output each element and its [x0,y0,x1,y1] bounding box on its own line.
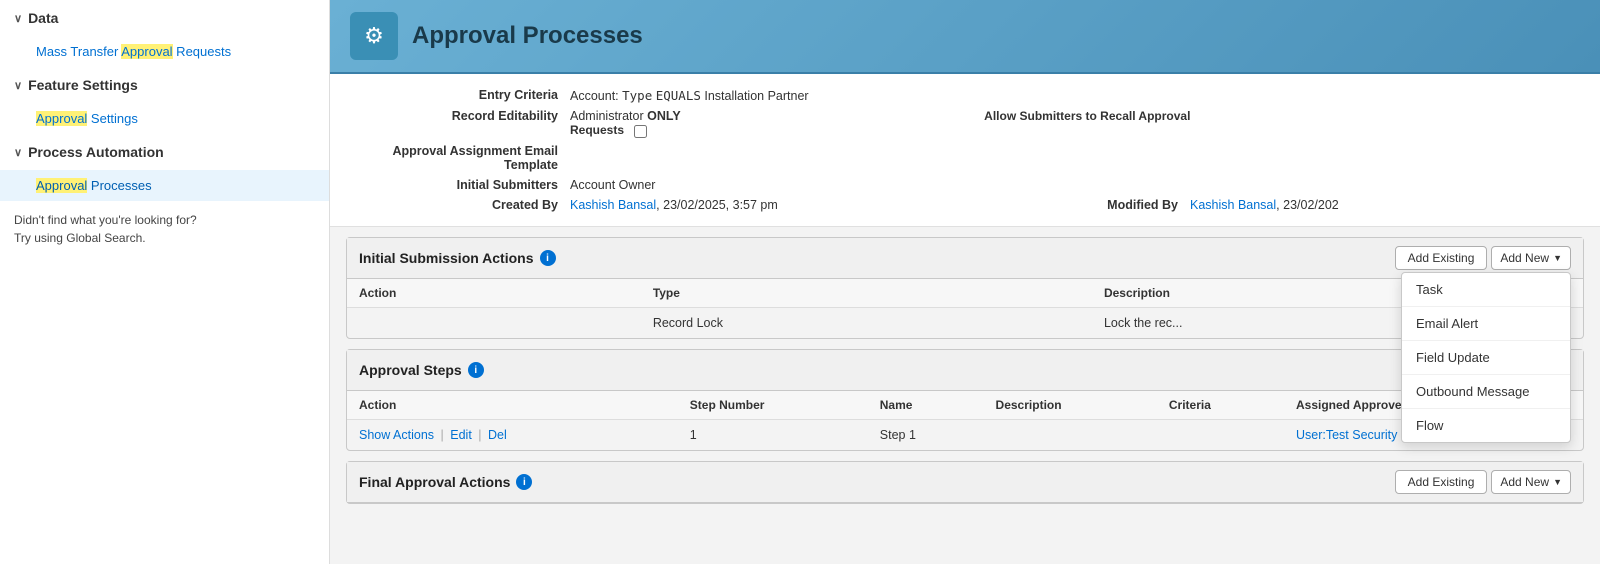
sidebar-item-label: Mass Transfer Approval Requests [36,44,231,59]
sidebar-section-feature-settings[interactable]: ∨ Feature Settings [0,67,329,103]
chevron-icon: ∨ [14,79,22,92]
row-type: Record Lock [641,308,1092,339]
dropdown-item-field-update[interactable]: Field Update [1402,341,1570,375]
initial-submission-section: Initial Submission Actions i Add Existin… [346,237,1584,339]
main-content: ⚙ Approval Processes Entry Criteria Acco… [330,0,1600,564]
add-new-button[interactable]: Add New ▼ [1491,246,1571,270]
col-criteria: Criteria [1157,391,1284,420]
info-icon-final: i [516,474,532,490]
add-new-dropdown-menu: Task Email Alert Field Update Outbound M… [1401,272,1571,443]
add-existing-button[interactable]: Add Existing [1395,246,1488,270]
info-icon: i [540,250,556,266]
del-link[interactable]: Del [488,428,507,442]
final-add-new-button[interactable]: Add New ▼ [1491,470,1571,494]
initial-submitters-value: Account Owner [570,178,1580,192]
sidebar-section-data-label: Data [28,10,58,26]
record-editability-label: Record Editability [350,109,570,123]
final-approval-title: Final Approval Actions i [359,474,532,490]
modified-by-label: Modified By [1070,198,1190,212]
sidebar-item-label: Approval Processes [36,178,152,193]
col-description: Description [984,391,1157,420]
approval-steps-section: Approval Steps i New Approval... Action … [346,349,1584,451]
dropdown-item-task[interactable]: Task [1402,273,1570,307]
add-new-dropdown-container: Add New ▼ Task Email Alert Field Update … [1491,246,1571,270]
dropdown-arrow-icon: ▼ [1553,477,1562,487]
dropdown-item-email-alert[interactable]: Email Alert [1402,307,1570,341]
final-approval-header: Final Approval Actions i Add Existing Ad… [347,462,1583,503]
sidebar-section-feature-settings-label: Feature Settings [28,77,138,93]
dropdown-item-outbound-message[interactable]: Outbound Message [1402,375,1570,409]
edit-link[interactable]: Edit [450,428,472,442]
table-row: Show Actions | Edit | Del 1 Step 1 User:… [347,420,1583,451]
allow-recall-checkbox[interactable] [634,125,647,138]
row-description [984,420,1157,451]
created-by-label: Created By [350,198,570,212]
sidebar-section-process-automation-label: Process Automation [28,144,164,160]
final-approval-section: Final Approval Actions i Add Existing Ad… [346,461,1584,504]
sidebar-item-approval-processes[interactable]: Approval Processes [0,170,329,201]
final-approval-actions: Add Existing Add New ▼ [1395,470,1571,494]
col-name: Name [868,391,984,420]
sidebar-item-label: Approval Settings [36,111,138,126]
page-header-icon: ⚙ [350,12,398,60]
row-action [347,308,641,339]
dropdown-arrow-icon: ▼ [1553,253,1562,263]
row-criteria [1157,420,1284,451]
detail-info: Entry Criteria Account: Type EQUALS Inst… [330,74,1600,227]
col-type: Type [641,279,1092,308]
initial-submission-header: Initial Submission Actions i Add Existin… [347,238,1583,279]
sidebar-footer: Didn't find what you're looking for? Try… [0,201,329,261]
row-name: Step 1 [868,420,984,451]
page-header: ⚙ Approval Processes [330,0,1600,74]
sidebar-item-mass-transfer[interactable]: Mass Transfer Approval Requests [0,36,329,67]
final-add-existing-button[interactable]: Add Existing [1395,470,1488,494]
sidebar-section-process-automation[interactable]: ∨ Process Automation [0,134,329,170]
approval-steps-title: Approval Steps i [359,362,484,378]
sidebar: ∨ Data Mass Transfer Approval Requests ∨… [0,0,330,564]
row-step-number: 1 [678,420,868,451]
initial-submitters-label: Initial Submitters [350,178,570,192]
record-editability-value: Administrator ONLY Allow Submitters to R… [570,109,1580,138]
entry-criteria-label: Entry Criteria [350,88,570,102]
show-actions-link[interactable]: Show Actions [359,428,434,442]
initial-submission-title: Initial Submission Actions i [359,250,556,266]
initial-submission-table: Action Type Description Record Lock Lock… [347,279,1583,338]
col-step-number: Step Number [678,391,868,420]
entry-criteria-value: Account: Type EQUALS Installation Partne… [570,88,1580,103]
sidebar-section-data[interactable]: ∨ Data [0,0,329,36]
row-action: Show Actions | Edit | Del [347,420,678,451]
chevron-icon: ∨ [14,146,22,159]
created-by-value: Kashish Bansal, 23/02/2025, 3:57 pm [570,198,1070,212]
approval-steps-header: Approval Steps i New Approval... [347,350,1583,391]
sidebar-item-approval-settings[interactable]: Approval Settings [0,103,329,134]
info-icon-steps: i [468,362,484,378]
page-title: Approval Processes [412,22,643,50]
chevron-icon: ∨ [14,12,22,25]
modified-by-value: Kashish Bansal, 23/02/202 [1190,198,1580,212]
col-action: Action [347,279,641,308]
email-template-label: Approval Assignment Email Template [350,144,570,172]
approval-steps-table: Action Step Number Name Description Crit… [347,391,1583,450]
dropdown-item-flow[interactable]: Flow [1402,409,1570,442]
col-action: Action [347,391,678,420]
table-row: Record Lock Lock the rec... [347,308,1583,339]
initial-submission-actions: Add Existing Add New ▼ Task Email Alert … [1395,246,1571,270]
